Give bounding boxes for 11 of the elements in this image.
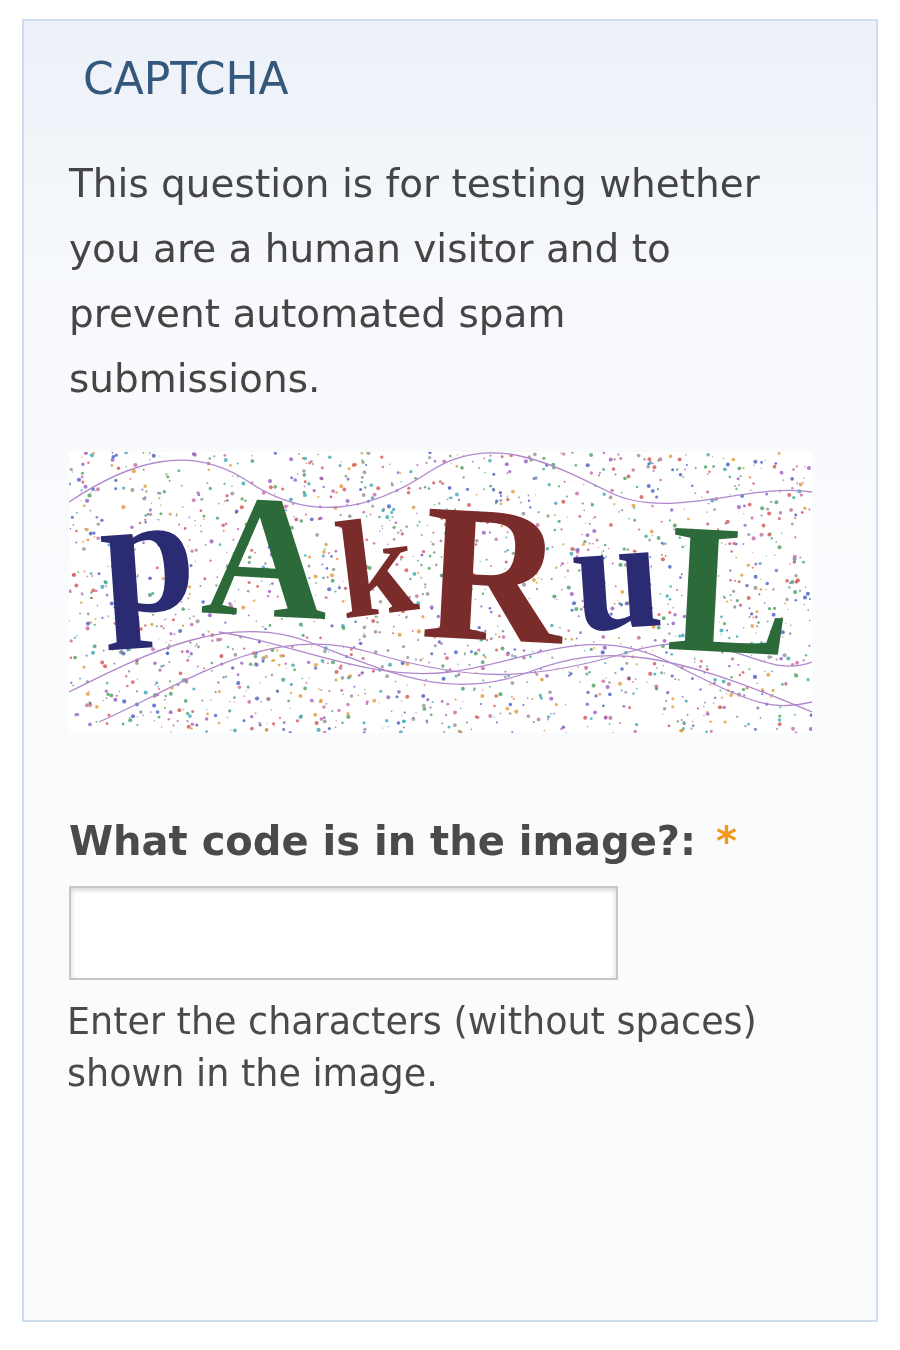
section-title: CAPTCHA <box>83 53 289 105</box>
captcha-letter: u <box>564 481 668 668</box>
captcha-letter: L <box>662 482 799 698</box>
answer-input[interactable] <box>69 886 618 980</box>
required-mark: * <box>716 817 737 865</box>
field-label: What code is in the image?: <box>69 817 697 865</box>
captcha-letter: p <box>92 455 201 654</box>
captcha-letter: A <box>196 455 334 660</box>
description-text: This question is for testing whether you are a human visitor and to prevent automated spam submissions. <box>69 160 761 403</box>
help-text: Enter the characters (without spaces) shown in the image. <box>67 999 758 1097</box>
captcha-letter: k <box>326 483 424 651</box>
